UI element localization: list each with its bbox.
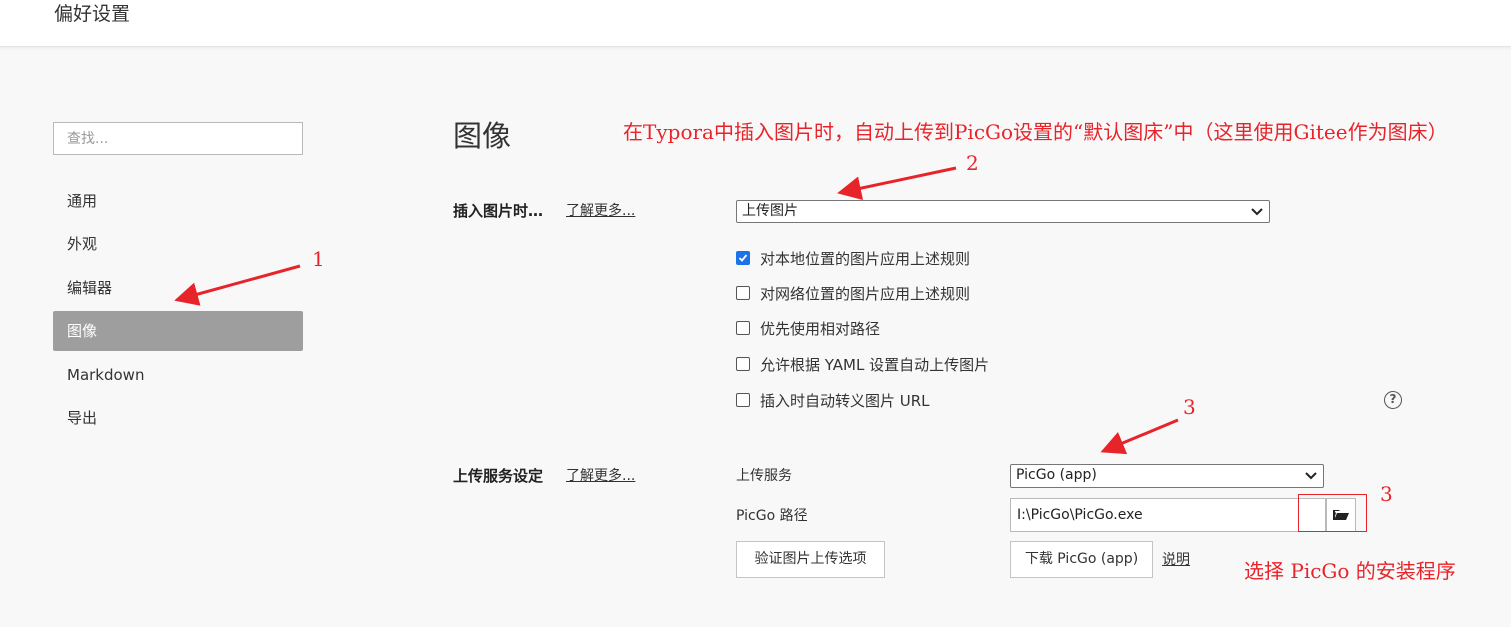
search-input[interactable] [53, 122, 303, 155]
sidebar-item-editor[interactable]: 编辑器 [53, 268, 303, 308]
insert-action-value: 上传图片 [742, 203, 798, 219]
annotation-number-3: 3 [1183, 395, 1196, 419]
insert-action-select[interactable]: 上传图片 [736, 200, 1270, 223]
annotation-highlight-box [1298, 494, 1367, 532]
checkbox-network-images[interactable]: 对网络位置的图片应用上述规则 [736, 283, 970, 303]
upload-service-section-label: 上传服务设定 [453, 467, 544, 485]
checkbox-label: 对网络位置的图片应用上述规则 [760, 284, 971, 303]
chevron-down-icon [1251, 207, 1263, 215]
annotation-number-2: 2 [966, 151, 979, 175]
checkbox-icon[interactable] [736, 393, 750, 407]
annotation-header-note: 在Typora中插入图片时，自动上传到PicGo设置的“默认图床”中（这里使用G… [623, 120, 1448, 144]
picgo-path-label: PicGo 路径 [736, 508, 808, 524]
annotation-picgo-note: 选择 PicGo 的安装程序 [1244, 559, 1456, 583]
insert-image-label: 插入图片时… [453, 202, 544, 220]
verify-upload-button[interactable]: 验证图片上传选项 [736, 541, 885, 578]
checkbox-icon[interactable] [736, 357, 750, 371]
sidebar-item-image[interactable]: 图像 [53, 311, 303, 351]
checkbox-checked-icon[interactable] [736, 251, 750, 265]
annotation-number-1: 1 [312, 247, 325, 271]
checkbox-local-images[interactable]: 对本地位置的图片应用上述规则 [736, 248, 970, 268]
checkbox-icon[interactable] [736, 286, 750, 300]
checkbox-icon[interactable] [736, 321, 750, 335]
checkbox-escape-url[interactable]: 插入时自动转义图片 URL [736, 390, 930, 410]
sidebar-item-appearance[interactable]: 外观 [53, 224, 303, 264]
question-circle-icon[interactable]: ? [1384, 391, 1402, 409]
upload-learn-more-link[interactable]: 了解更多... [566, 466, 635, 486]
upload-service-label: 上传服务 [736, 468, 792, 484]
picgo-path-input[interactable]: I:\PicGo\PicGo.exe [1010, 498, 1326, 532]
chevron-down-icon [1305, 472, 1317, 480]
checkbox-label: 插入时自动转义图片 URL [760, 391, 930, 410]
window-title: 偏好设置 [54, 3, 131, 25]
upload-service-value: PicGo (app) [1016, 467, 1097, 483]
annotation-arrow-2 [837, 166, 957, 200]
checkbox-relative-path[interactable]: 优先使用相对路径 [736, 318, 880, 338]
annotation-arrow-3 [1100, 418, 1179, 455]
docs-link[interactable]: 说明 [1162, 550, 1190, 570]
checkbox-label: 对本地位置的图片应用上述规则 [760, 249, 971, 268]
sidebar-item-markdown[interactable]: Markdown [53, 355, 303, 395]
upload-service-select[interactable]: PicGo (app) [1010, 464, 1324, 488]
download-picgo-button[interactable]: 下载 PicGo (app) [1010, 541, 1153, 578]
insert-learn-more-link[interactable]: 了解更多... [566, 201, 635, 221]
checkbox-yaml-upload[interactable]: 允许根据 YAML 设置自动上传图片 [736, 354, 989, 374]
page-title: 图像 [453, 119, 512, 153]
window-titlebar: 偏好设置 [0, 0, 1511, 47]
checkbox-label: 允许根据 YAML 设置自动上传图片 [760, 355, 990, 374]
checkbox-label: 优先使用相对路径 [760, 319, 881, 338]
sidebar-item-export[interactable]: 导出 [53, 398, 303, 438]
sidebar-item-general[interactable]: 通用 [53, 181, 303, 221]
annotation-number-3: 3 [1380, 482, 1393, 506]
